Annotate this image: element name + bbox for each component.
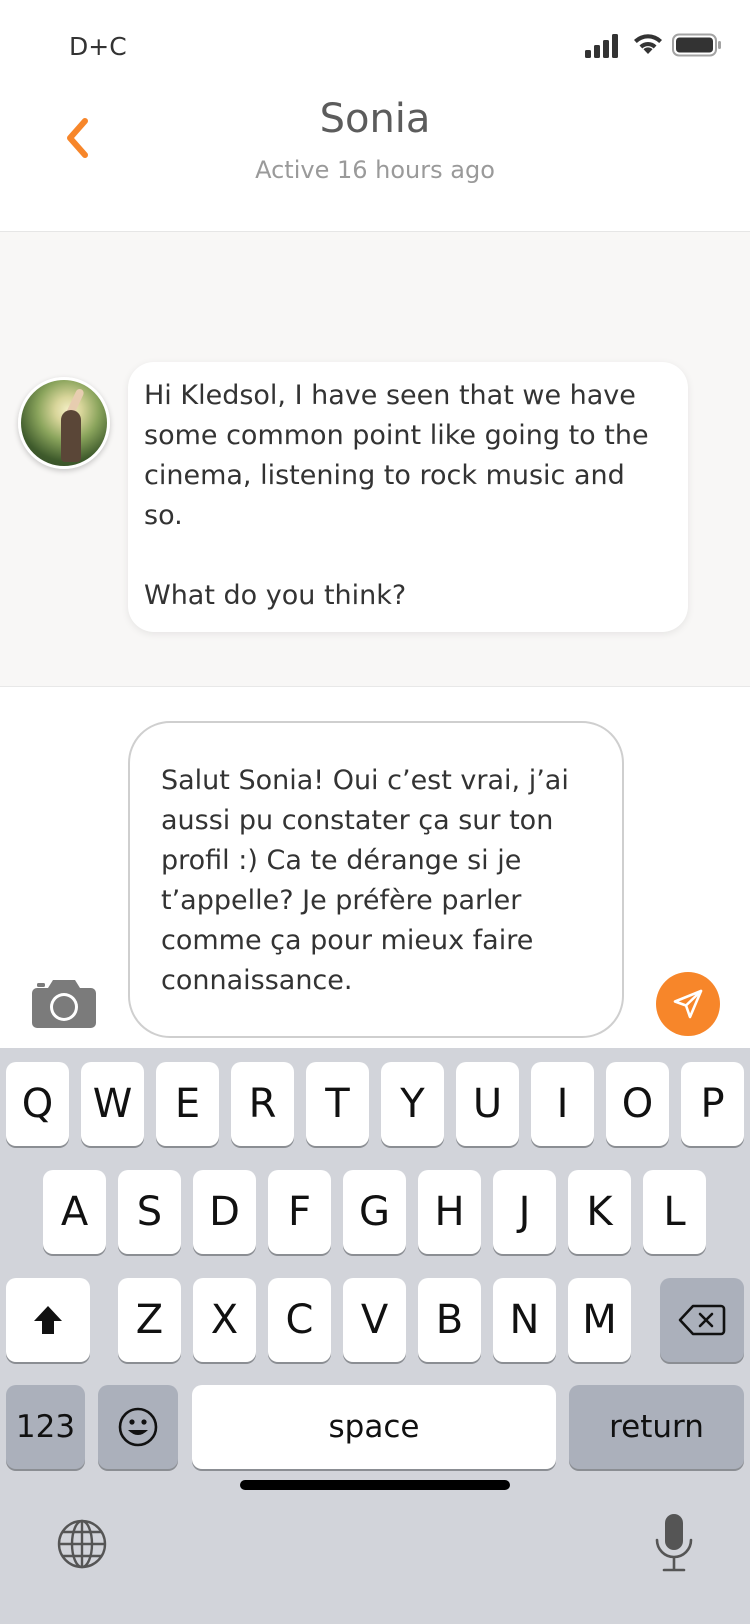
avatar[interactable]	[18, 377, 110, 469]
key-r[interactable]: R	[231, 1062, 294, 1146]
key-x[interactable]: X	[193, 1278, 256, 1362]
key-g[interactable]: G	[343, 1170, 406, 1254]
cellular-signal-icon	[585, 34, 618, 58]
key-m[interactable]: M	[568, 1278, 631, 1362]
key-v[interactable]: V	[343, 1278, 406, 1362]
space-key[interactable]: space	[192, 1385, 556, 1469]
key-q[interactable]: Q	[6, 1062, 69, 1146]
key-a[interactable]: A	[43, 1170, 106, 1254]
shift-arrow-icon	[34, 1306, 62, 1334]
send-button[interactable]	[656, 972, 720, 1036]
carrier-label: D+C	[69, 32, 127, 61]
key-y[interactable]: Y	[381, 1062, 444, 1146]
home-indicator	[240, 1480, 510, 1490]
key-h[interactable]: H	[418, 1170, 481, 1254]
globe-icon[interactable]	[56, 1518, 108, 1570]
camera-icon[interactable]	[31, 976, 97, 1028]
return-key[interactable]: return	[569, 1385, 744, 1469]
backspace-icon	[678, 1304, 726, 1336]
key-w[interactable]: W	[81, 1062, 144, 1146]
key-d[interactable]: D	[193, 1170, 256, 1254]
status-bar: D+C	[0, 0, 750, 90]
key-z[interactable]: Z	[118, 1278, 181, 1362]
key-b[interactable]: B	[418, 1278, 481, 1362]
key-e[interactable]: E	[156, 1062, 219, 1146]
key-n[interactable]: N	[493, 1278, 556, 1362]
shift-key[interactable]	[6, 1278, 90, 1362]
key-k[interactable]: K	[568, 1170, 631, 1254]
received-message-bubble: Hi Kledsol, I have seen that we have som…	[128, 362, 688, 632]
delete-key[interactable]	[660, 1278, 744, 1362]
key-s[interactable]: S	[118, 1170, 181, 1254]
smiley-icon	[118, 1407, 158, 1447]
numbers-key[interactable]: 123	[6, 1385, 85, 1469]
wifi-icon	[634, 34, 662, 54]
key-u[interactable]: U	[456, 1062, 519, 1146]
contact-status: Active 16 hours ago	[255, 156, 495, 184]
message-input[interactable]: Salut Sonia! Oui c’est vrai, j’ai aussi …	[128, 721, 624, 1038]
emoji-key[interactable]	[98, 1385, 178, 1469]
microphone-icon[interactable]	[652, 1512, 696, 1574]
key-l[interactable]: L	[643, 1170, 706, 1254]
chat-header: Sonia Active 16 hours ago	[0, 90, 750, 232]
send-icon	[673, 989, 703, 1019]
message-composer: Salut Sonia! Oui c’est vrai, j’ai aussi …	[0, 688, 750, 1048]
battery-icon	[672, 33, 721, 57]
key-p[interactable]: P	[681, 1062, 744, 1146]
key-o[interactable]: O	[606, 1062, 669, 1146]
message-list: Hi Kledsol, I have seen that we have som…	[0, 232, 750, 687]
key-f[interactable]: F	[268, 1170, 331, 1254]
key-c[interactable]: C	[268, 1278, 331, 1362]
key-i[interactable]: I	[531, 1062, 594, 1146]
contact-name: Sonia	[319, 96, 431, 142]
key-j[interactable]: J	[493, 1170, 556, 1254]
key-t[interactable]: T	[306, 1062, 369, 1146]
